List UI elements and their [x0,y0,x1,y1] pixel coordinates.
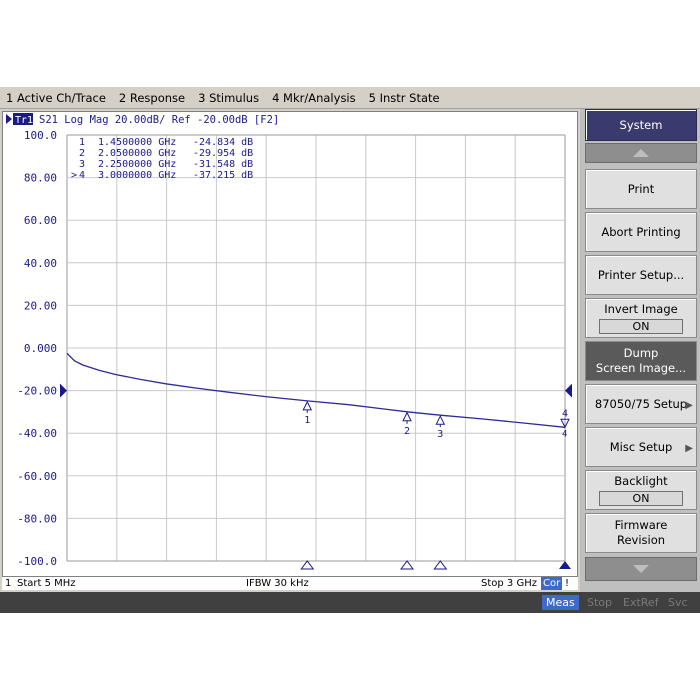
marker-readout-id: 4 [79,170,85,181]
invert-image-value: ON [599,319,683,334]
setup-87050-75-label: 87050/75 Setup [594,396,688,411]
menu-instr-state[interactable]: 5 Instr State [369,91,440,105]
marker-readout-id: 1 [79,137,85,148]
dump-screen-image-button[interactable]: Dump Screen Image... [585,341,697,381]
stop-frequency[interactable]: Stop 3 GHz [481,578,537,589]
trace-display[interactable]: Tr1 S21 Log Mag 20.00dB/ Ref -20.00dB [F… [2,111,578,578]
marker-readout-value: -29.954 dB [193,148,253,159]
marker-readout-value: -24.834 dB [193,137,253,148]
marker-readout-id: 2 [79,148,85,159]
firmware-revision-button[interactable]: Firmware Revision [585,513,697,553]
y-tick-label: 40.00 [24,257,57,270]
scroll-up-icon [633,149,649,157]
indicator-svc: Svc [668,596,688,609]
marker-readout: 1 1.4500000 GHz -24.834 dB 2 2.0500000 G… [71,137,253,181]
marker-triangle-icon[interactable] [402,411,412,422]
scroll-down-icon [633,565,649,573]
marker-readout-value: -31.548 dB [193,159,253,170]
indicator-stop: Stop [587,596,613,609]
stimulus-marker-icon[interactable] [400,560,415,570]
invert-image-button[interactable]: Invert Image ON [585,298,697,338]
y-tick-label: 20.00 [24,299,57,312]
indicator-extref: ExtRef [623,596,659,609]
submenu-arrow-icon: ▶ [685,400,693,411]
dump-label-line1: Dump [623,346,659,360]
reference-level-left-icon [60,383,67,398]
chart-canvas: Tr1 S21 Log Mag 20.00dB/ Ref -20.00dB [F… [6,113,572,570]
marker-label: 4 [562,408,568,419]
active-trace-pointer-icon [6,114,12,124]
start-frequency[interactable]: Start 5 MHz [17,578,76,589]
marker-readout-freq: 3.0000000 GHz [98,170,176,181]
printer-setup-label: Printer Setup... [597,267,685,282]
y-tick-label: -100.0 [17,555,57,568]
softkey-title-system[interactable]: System [585,109,697,141]
stimulus-marker-icon[interactable] [300,560,315,570]
dump-label-line2: Screen Image... [595,361,687,375]
analyzer-window: 1 Active Ch/Trace 2 Response 3 Stimulus … [0,87,700,613]
marker-readout-freq: 2.0500000 GHz [98,148,176,159]
marker-readout-freq: 2.2500000 GHz [98,159,176,170]
menu-stimulus[interactable]: 3 Stimulus [198,91,259,105]
stimulus-marker-icon[interactable] [559,561,571,569]
marker-label: 4 [562,429,567,439]
backlight-value: ON [599,491,683,506]
y-tick-label: 60.00 [24,214,57,227]
marker-readout-value: -37.215 dB [193,170,253,181]
misc-setup-label: Misc Setup [609,439,673,454]
menu-response[interactable]: 2 Response [119,91,185,105]
grid [66,134,566,562]
y-tick-label: -80.00 [17,512,57,525]
channel-status-line: 1 Start 5 MHz IFBW 30 kHz Stop 3 GHz Cor… [2,576,578,590]
marker-readout-prefix: > [71,170,77,181]
menu-bar: 1 Active Ch/Trace 2 Response 3 Stimulus … [0,87,700,109]
setup-87050-75-button[interactable]: 87050/75 Setup ▶ [585,384,697,424]
y-tick-label: -40.00 [17,427,57,440]
marker-triangle-icon[interactable] [302,400,313,411]
trace-badge[interactable]: Tr1 [15,115,33,126]
y-tick-label: 80.00 [24,172,57,185]
y-tick-label: -60.00 [17,470,57,483]
print-label: Print [627,181,655,196]
marker-label: 2 [404,426,410,437]
print-button[interactable]: Print [585,169,697,209]
firmware-label-line2: Revision [616,533,666,547]
invert-image-label: Invert Image [604,302,678,316]
menu-mkr-analysis[interactable]: 4 Mkr/Analysis [272,91,356,105]
menu-active-ch-trace[interactable]: 1 Active Ch/Trace [6,91,106,105]
backlight-label: Backlight [614,474,668,488]
scroll-up-button[interactable] [585,143,697,163]
backlight-button[interactable]: Backlight ON [585,470,697,510]
abort-printing-button[interactable]: Abort Printing [585,212,697,252]
marker-label: 3 [437,429,443,440]
misc-setup-button[interactable]: Misc Setup ▶ [585,427,697,467]
abort-printing-label: Abort Printing [601,224,681,239]
correction-badge: Cor [541,577,563,590]
scroll-down-button[interactable] [585,557,697,581]
marker-readout-id: 3 [79,159,85,170]
reference-level-right-icon [565,383,572,398]
submenu-arrow-icon: ▶ [685,443,693,454]
instrument-status-bar: Meas Stop ExtRef Svc [0,592,700,613]
printer-setup-button[interactable]: Printer Setup... [585,255,697,295]
indicator-meas: Meas [542,595,579,610]
y-tick-label: 100.0 [24,129,57,142]
y-tick-label: -20.00 [17,385,57,398]
firmware-label-line1: Firmware [614,518,668,532]
warning-indicator: ! [565,578,570,589]
marker-label: 1 [304,415,310,426]
y-tick-label: 0.000 [24,342,57,355]
softkey-title-label: System [619,117,663,132]
stimulus-marker-icon[interactable] [433,560,448,570]
marker-readout-freq: 1.4500000 GHz [98,137,176,148]
ifbw-value[interactable]: IFBW 30 kHz [246,578,309,589]
trace-header-text: S21 Log Mag 20.00dB/ Ref -20.00dB [F2] [39,114,279,126]
channel-number: 1 [5,578,12,589]
marker-layer: 1 2 3 4 4 [300,400,571,570]
marker-triangle-icon[interactable] [435,415,446,425]
softkey-panel: System Print Abort Printing Printer Setu… [580,109,700,592]
